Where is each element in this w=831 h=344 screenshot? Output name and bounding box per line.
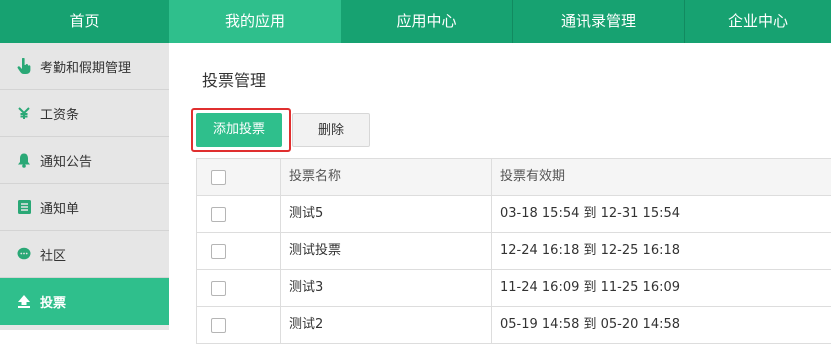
vote-name: 测试2 — [281, 307, 492, 343]
bell-icon — [16, 152, 32, 168]
row-checkbox-cell — [196, 307, 281, 343]
hand-pointer-icon — [16, 58, 32, 74]
sidebar-item-community[interactable]: 社区 — [0, 231, 169, 278]
sidebar-item-label: 考勤和假期管理 — [40, 60, 132, 76]
nav-contacts[interactable]: 通讯录管理 — [513, 0, 684, 43]
row-checkbox-cell — [196, 196, 281, 232]
vote-name: 测试3 — [281, 270, 492, 306]
money-icon — [16, 105, 32, 121]
table-row[interactable]: 测试5 03-18 15:54 到 12-31 15:54 — [196, 196, 831, 233]
row-checkbox[interactable] — [211, 317, 226, 333]
sidebar-item-payslip[interactable]: 工资条 — [0, 90, 169, 137]
sidebar-item-label: 社区 — [40, 248, 67, 264]
column-header-name: 投票名称 — [281, 159, 492, 195]
sidebar-item-label: 通知公告 — [40, 154, 93, 170]
table-row[interactable]: 测试3 11-24 16:09 到 11-25 16:09 — [196, 270, 831, 307]
add-vote-button[interactable]: 添加投票 — [196, 113, 282, 147]
list-icon — [16, 199, 32, 215]
header-checkbox-cell — [196, 159, 281, 195]
page-title: 投票管理 — [202, 71, 267, 90]
table-row[interactable]: 测试2 05-19 14:58 到 05-20 14:58 — [196, 307, 831, 344]
nav-app-center[interactable]: 应用中心 — [341, 0, 512, 43]
row-checkbox[interactable] — [211, 206, 226, 222]
vote-validity: 11-24 16:09 到 11-25 16:09 — [500, 280, 681, 295]
sidebar-item-label: 通知单 — [40, 201, 80, 217]
chat-bubble-icon — [16, 246, 32, 262]
top-nav: 首页 我的应用 应用中心 通讯录管理 企业中心 — [0, 0, 831, 43]
vote-table: 投票名称 投票有效期 测试5 03-18 15:54 到 12-31 15:54… — [196, 158, 831, 344]
sidebar-item-notice-form[interactable]: 通知单 — [0, 184, 169, 231]
select-all-checkbox[interactable] — [211, 169, 226, 185]
sidebar-item-announcements[interactable]: 通知公告 — [0, 137, 169, 184]
table-row[interactable]: 测试投票 12-24 16:18 到 12-25 16:18 — [196, 233, 831, 270]
row-checkbox[interactable] — [211, 243, 226, 259]
sidebar: 考勤和假期管理 工资条 通知公告 通知单 社区 投票 — [0, 43, 169, 330]
vote-name: 测试投票 — [281, 233, 492, 269]
vote-validity: 12-24 16:18 到 12-25 16:18 — [500, 243, 681, 258]
sidebar-item-vote[interactable]: 投票 — [0, 278, 169, 325]
vote-validity: 05-19 14:58 到 05-20 14:58 — [500, 317, 681, 332]
row-checkbox-cell — [196, 270, 281, 306]
nav-home[interactable]: 首页 — [0, 0, 169, 43]
vote-validity: 03-18 15:54 到 12-31 15:54 — [500, 206, 681, 221]
main-content: 投票管理 添加投票 删除 投票名称 投票有效期 测试5 03-18 15:54 … — [170, 43, 831, 344]
row-checkbox-cell — [196, 233, 281, 269]
vote-name: 测试5 — [281, 196, 492, 232]
delete-button[interactable]: 删除 — [292, 113, 370, 147]
sidebar-item-label: 投票 — [40, 295, 67, 311]
sidebar-item-attendance[interactable]: 考勤和假期管理 — [0, 43, 169, 90]
nav-my-apps[interactable]: 我的应用 — [169, 0, 341, 43]
row-checkbox[interactable] — [211, 280, 226, 296]
column-header-validity: 投票有效期 — [500, 169, 566, 184]
upload-icon — [16, 293, 32, 309]
table-header-row: 投票名称 投票有效期 — [196, 159, 831, 196]
sidebar-item-label: 工资条 — [40, 107, 80, 123]
nav-enterprise[interactable]: 企业中心 — [685, 0, 831, 43]
